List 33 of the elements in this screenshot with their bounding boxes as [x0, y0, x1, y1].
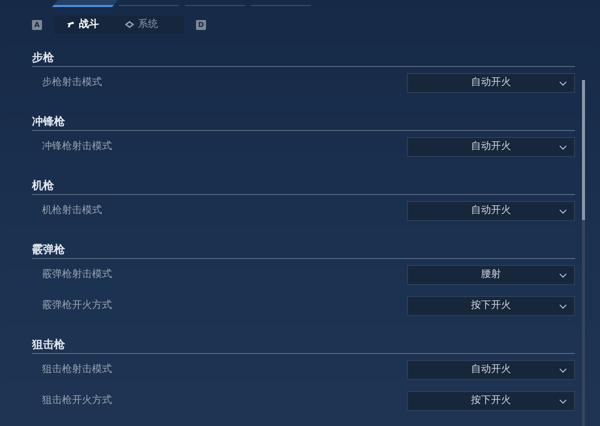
- chevron-down-icon: [559, 398, 567, 404]
- scrollbar[interactable]: [582, 80, 585, 426]
- dropdown[interactable]: 自动开火: [407, 136, 575, 156]
- dropdown[interactable]: 自动开火: [407, 200, 575, 220]
- chevron-down-icon: [559, 304, 567, 308]
- setting-label: 机枪射击模式: [41, 204, 102, 216]
- section-title: 冲锋枪: [32, 115, 65, 128]
- dropdown[interactable]: 按下开火: [407, 390, 575, 410]
- setting-label: 冲锋枪射击模式: [41, 140, 112, 152]
- dropdown[interactable]: 自动开火: [407, 360, 575, 380]
- scrollbar-thumb[interactable]: [582, 80, 585, 220]
- top-tab[interactable]: [52, 0, 118, 7]
- section-title: 霰弹枪: [32, 243, 65, 256]
- setting-label: 步枪射击模式: [41, 76, 102, 88]
- section-title: 机枪: [32, 179, 54, 192]
- setting-label: 霰弹枪射击模式: [41, 268, 112, 280]
- chevron-down-icon: [559, 80, 567, 86]
- chevron-down-icon: [559, 208, 567, 214]
- dropdown[interactable]: 按下开火: [407, 296, 575, 316]
- gun-icon: [66, 20, 75, 29]
- tab[interactable]: 战斗: [54, 16, 107, 34]
- chevron-down-icon: [559, 368, 567, 372]
- section-title: 步枪: [32, 51, 54, 64]
- diamond-icon: [125, 20, 134, 29]
- dropdown[interactable]: 自动开火: [407, 72, 575, 92]
- section-title: 狙击枪: [32, 338, 65, 351]
- setting-label: 狙击枪开火方式: [41, 394, 112, 406]
- chevron-down-icon: [559, 272, 567, 278]
- tab[interactable]: 系统: [113, 16, 166, 34]
- chevron-down-icon: [559, 144, 567, 150]
- setting-label: 霰弹枪开火方式: [41, 300, 112, 312]
- setting-label: 狙击枪射击模式: [41, 364, 112, 376]
- dropdown[interactable]: 腰射: [407, 264, 575, 284]
